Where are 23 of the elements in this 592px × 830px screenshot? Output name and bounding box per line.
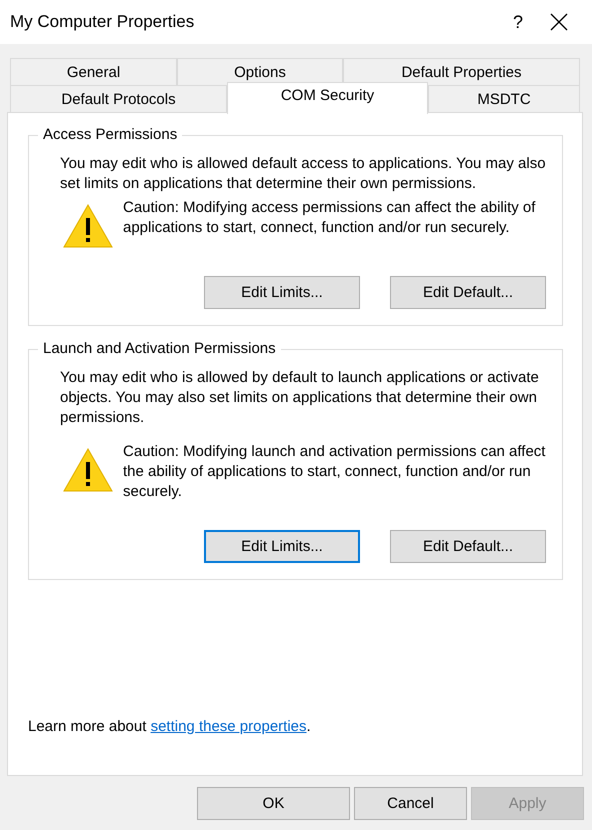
tab[interactable]: Options [177,58,343,85]
close-icon[interactable] [550,13,568,31]
settings-link[interactable]: setting these properties [150,718,307,735]
caution-text: Caution: Modifying launch and activation permissions can affect the ability of applications to start, connect, function and/or run securely. [123,442,546,502]
tab[interactable]: COM Security [227,82,428,114]
tab[interactable]: MSDTC [428,85,580,112]
tab[interactable]: General [10,58,177,85]
learn-more-text: Learn more about setting these properties. [28,718,312,735]
help-button[interactable]: ? [498,12,538,32]
description-text: You may edit who is allowed default access to applications. You may also set limits on applications that determine their own permissions. [60,154,546,194]
warning-icon [63,204,113,248]
dialog-button[interactable]: Cancel [354,787,467,820]
edit-limits-button[interactable]: Edit Limits... [204,530,360,563]
edit-limits-button[interactable]: Edit Limits... [204,276,360,309]
edit-default-button[interactable]: Edit Default... [390,276,546,309]
tab[interactable]: Default Protocols [10,85,227,112]
edit-default-button[interactable]: Edit Default... [390,530,546,563]
dialog-button[interactable]: OK [197,787,350,820]
tab[interactable]: Default Properties [343,58,580,85]
warning-icon [63,448,113,492]
caution-text: Caution: Modifying access permissions can affect the ability of applications to start, connect, function and/or run securely. [123,198,536,238]
window-title: My Computer Properties [10,12,196,32]
description-text: You may edit who is allowed by default to launch applications or activate objects. You may also set limits on applications that determine their own permissions. [60,368,540,428]
